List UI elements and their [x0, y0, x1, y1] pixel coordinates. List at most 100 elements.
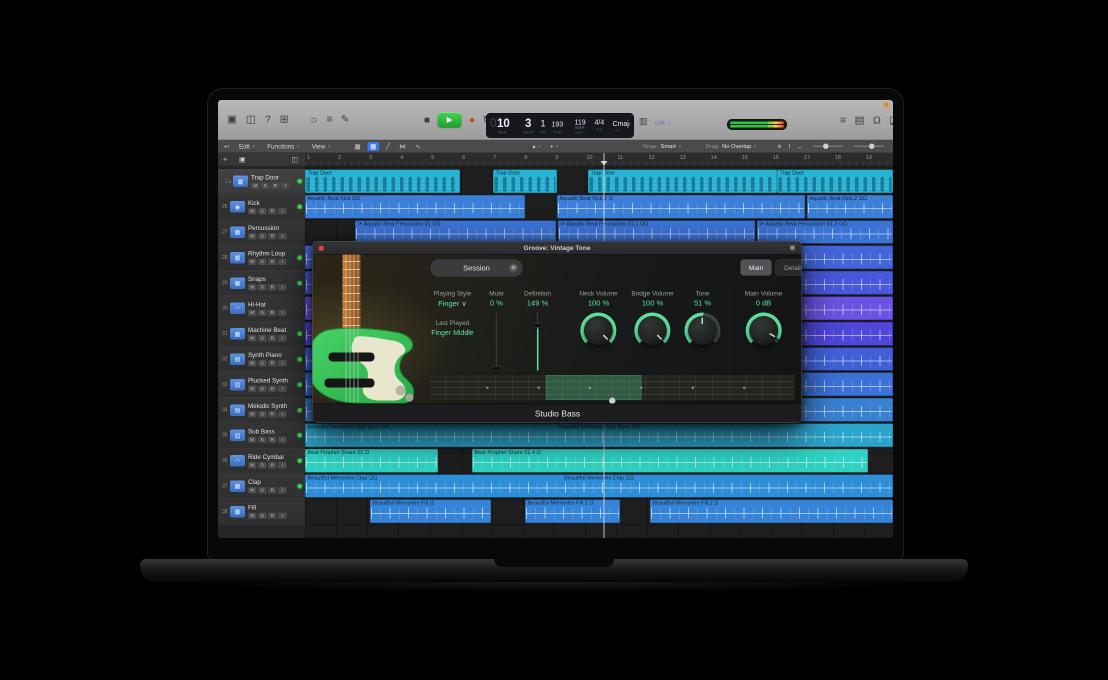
left-click-tool-button[interactable]: ▸∨: [533, 143, 541, 150]
region-trap-door[interactable]: Trap Door: [493, 170, 557, 193]
region-trap-door[interactable]: Trap Door: [305, 170, 460, 193]
region-beautiful-memories-fill[interactable]: Beautiful Memories Fill Ω: [370, 500, 491, 523]
s-button[interactable]: S: [258, 208, 267, 215]
track-row-percussion[interactable]: 27▦PercussionMSRI: [218, 220, 305, 245]
knob-neck-volume[interactable]: [581, 313, 617, 349]
link-icon[interactable]: ▣: [789, 244, 795, 252]
s-button[interactable]: S: [258, 335, 267, 342]
track-row-clap[interactable]: 37▦ClapMSRI: [218, 474, 305, 499]
lcd-key[interactable]: Cmaj: [613, 120, 629, 128]
display-add-icon[interactable]: ⊞: [280, 113, 289, 126]
track-row-snaps[interactable]: 29▦SnapsMSRI: [218, 271, 305, 296]
s-button[interactable]: S: [258, 411, 267, 418]
r-button[interactable]: R: [268, 487, 277, 494]
waveform-zoom-icon[interactable]: ✳: [777, 143, 782, 150]
menu-edit[interactable]: Edit∨: [239, 143, 255, 150]
param-value[interactable]: 0 %: [490, 299, 503, 308]
pencil-icon[interactable]: ✎: [341, 113, 350, 126]
r-button[interactable]: R: [268, 436, 277, 443]
i-button[interactable]: I: [278, 233, 287, 240]
chevron-down-icon[interactable]: ∨: [628, 122, 632, 128]
help-icon[interactable]: ?: [265, 113, 271, 126]
menu-functions[interactable]: Functions∨: [267, 143, 300, 150]
slider-thumb[interactable]: [533, 323, 542, 328]
grid-view-icon[interactable]: ▦: [352, 142, 363, 151]
r-button[interactable]: R: [268, 335, 277, 342]
i-button[interactable]: I: [278, 335, 287, 342]
i-button[interactable]: I: [278, 411, 287, 418]
record-button[interactable]: ●: [469, 113, 475, 128]
r-button[interactable]: R: [268, 462, 277, 469]
fit-zoom-icon[interactable]: ↔: [797, 143, 803, 150]
s-button[interactable]: S: [258, 309, 267, 316]
piano-roll-view-icon[interactable]: ▩: [368, 142, 379, 151]
param-value[interactable]: Finger ∨: [438, 299, 467, 308]
region-aquatic-beat-kick-2[interactable]: Aquatic Beat Kick.2 ΩΩ: [807, 195, 893, 218]
i-button[interactable]: I: [278, 284, 287, 291]
i-button[interactable]: I: [278, 208, 287, 215]
m-button[interactable]: M: [248, 208, 257, 215]
m-button[interactable]: M: [248, 386, 257, 393]
horizontal-zoom-slider[interactable]: [854, 146, 884, 148]
s-button[interactable]: S: [258, 513, 267, 520]
panels-icon[interactable]: ◫: [246, 113, 256, 126]
m-button[interactable]: M: [248, 411, 257, 418]
track-row-kick[interactable]: 26◉KickMSRI: [218, 194, 305, 219]
slider-thumb[interactable]: [492, 366, 501, 371]
s-button[interactable]: S: [258, 386, 267, 393]
m-button[interactable]: M: [251, 182, 260, 189]
track-header-panel-icon[interactable]: ◫: [291, 153, 298, 166]
region-beautiful-memories-fill-1[interactable]: Beautiful Memories Fill.1 Ω: [525, 500, 620, 523]
track-row-trap-door[interactable]: 1›▦Trap DoorMSRI: [218, 169, 305, 194]
r-button[interactable]: R: [268, 208, 277, 215]
smart-controls-icon[interactable]: ☼: [309, 113, 319, 126]
command-click-tool-button[interactable]: +∨: [550, 143, 558, 150]
knob-main-volume[interactable]: [746, 313, 782, 349]
plugin-titlebar[interactable]: Groove: Vintage Tone ▣: [313, 242, 802, 255]
param-value[interactable]: 51 %: [694, 299, 711, 308]
menu-view[interactable]: View∨: [312, 143, 331, 150]
bar-ruler[interactable]: 12345678910111213141516171819: [305, 153, 893, 166]
m-button[interactable]: M: [248, 309, 257, 316]
track-row-plucked-synth[interactable]: 33▤Plucked SynthMSRI: [218, 372, 305, 397]
i-button[interactable]: I: [278, 360, 287, 367]
region-beautiful-memories-sub-bass[interactable]: Beautiful Memories Sub Bass ΩΩBeautiful …: [305, 424, 893, 447]
i-button[interactable]: I: [278, 386, 287, 393]
i-button[interactable]: I: [278, 436, 287, 443]
lcd-display[interactable]: 0 10 3 1 193 119 KEEP TEMPO 4/4 TIME Cma…: [486, 113, 634, 138]
knob-bridge-volume[interactable]: [635, 313, 671, 349]
m-button[interactable]: M: [248, 513, 257, 520]
play-button[interactable]: ▶: [438, 113, 462, 128]
track-row-fill[interactable]: 38▦FillMSRI: [218, 499, 305, 524]
track-row-synth-piano[interactable]: 32▤Synth PianoMSRI: [218, 347, 305, 372]
vertical-zoom-slider[interactable]: [813, 146, 843, 148]
vertical-auto-zoom-icon[interactable]: I: [789, 143, 791, 150]
disclosure-icon[interactable]: ›: [229, 178, 231, 185]
track-row-rhythm-loop[interactable]: 28▦Rhythm LoopMSRI: [218, 245, 305, 270]
add-track-button[interactable]: +: [223, 153, 227, 166]
slider-mute[interactable]: [491, 313, 503, 371]
r-button[interactable]: R: [268, 233, 277, 240]
m-button[interactable]: M: [248, 487, 257, 494]
track-row-melodic-synth[interactable]: 34▤Melodic SynthMSRI: [218, 398, 305, 423]
i-button[interactable]: I: [278, 259, 287, 266]
playhead-marker[interactable]: [601, 161, 608, 166]
track-row-sub-bass[interactable]: 35▤Sub BassMSRI: [218, 423, 305, 448]
param-value[interactable]: 149 %: [527, 299, 548, 308]
m-button[interactable]: M: [248, 284, 257, 291]
s-button[interactable]: S: [261, 182, 270, 189]
region-beautiful-memories-clap[interactable]: Beautiful Memories Clap ΩΩBeautiful Memo…: [305, 474, 893, 497]
region-beat-prophet-snare-01[interactable]: Beat Prophet Snare 01 Ω: [305, 449, 438, 472]
region-trap-door[interactable]: Trap Door: [777, 170, 893, 193]
m-button[interactable]: M: [248, 335, 257, 342]
s-button[interactable]: S: [258, 284, 267, 291]
r-button[interactable]: R: [268, 360, 277, 367]
region-trap-door[interactable]: Trap Door: [588, 170, 777, 193]
drag-dropdown[interactable]: Drag: No Overlap ∨: [706, 140, 757, 153]
automation-icon[interactable]: ╱: [383, 142, 392, 151]
knob-tone[interactable]: [685, 313, 721, 349]
s-button[interactable]: S: [258, 259, 267, 266]
m-button[interactable]: M: [248, 233, 257, 240]
i-button[interactable]: I: [278, 513, 287, 520]
track-row-ride-cymbal[interactable]: 36◠Ride CymbalMSRI: [218, 448, 305, 473]
